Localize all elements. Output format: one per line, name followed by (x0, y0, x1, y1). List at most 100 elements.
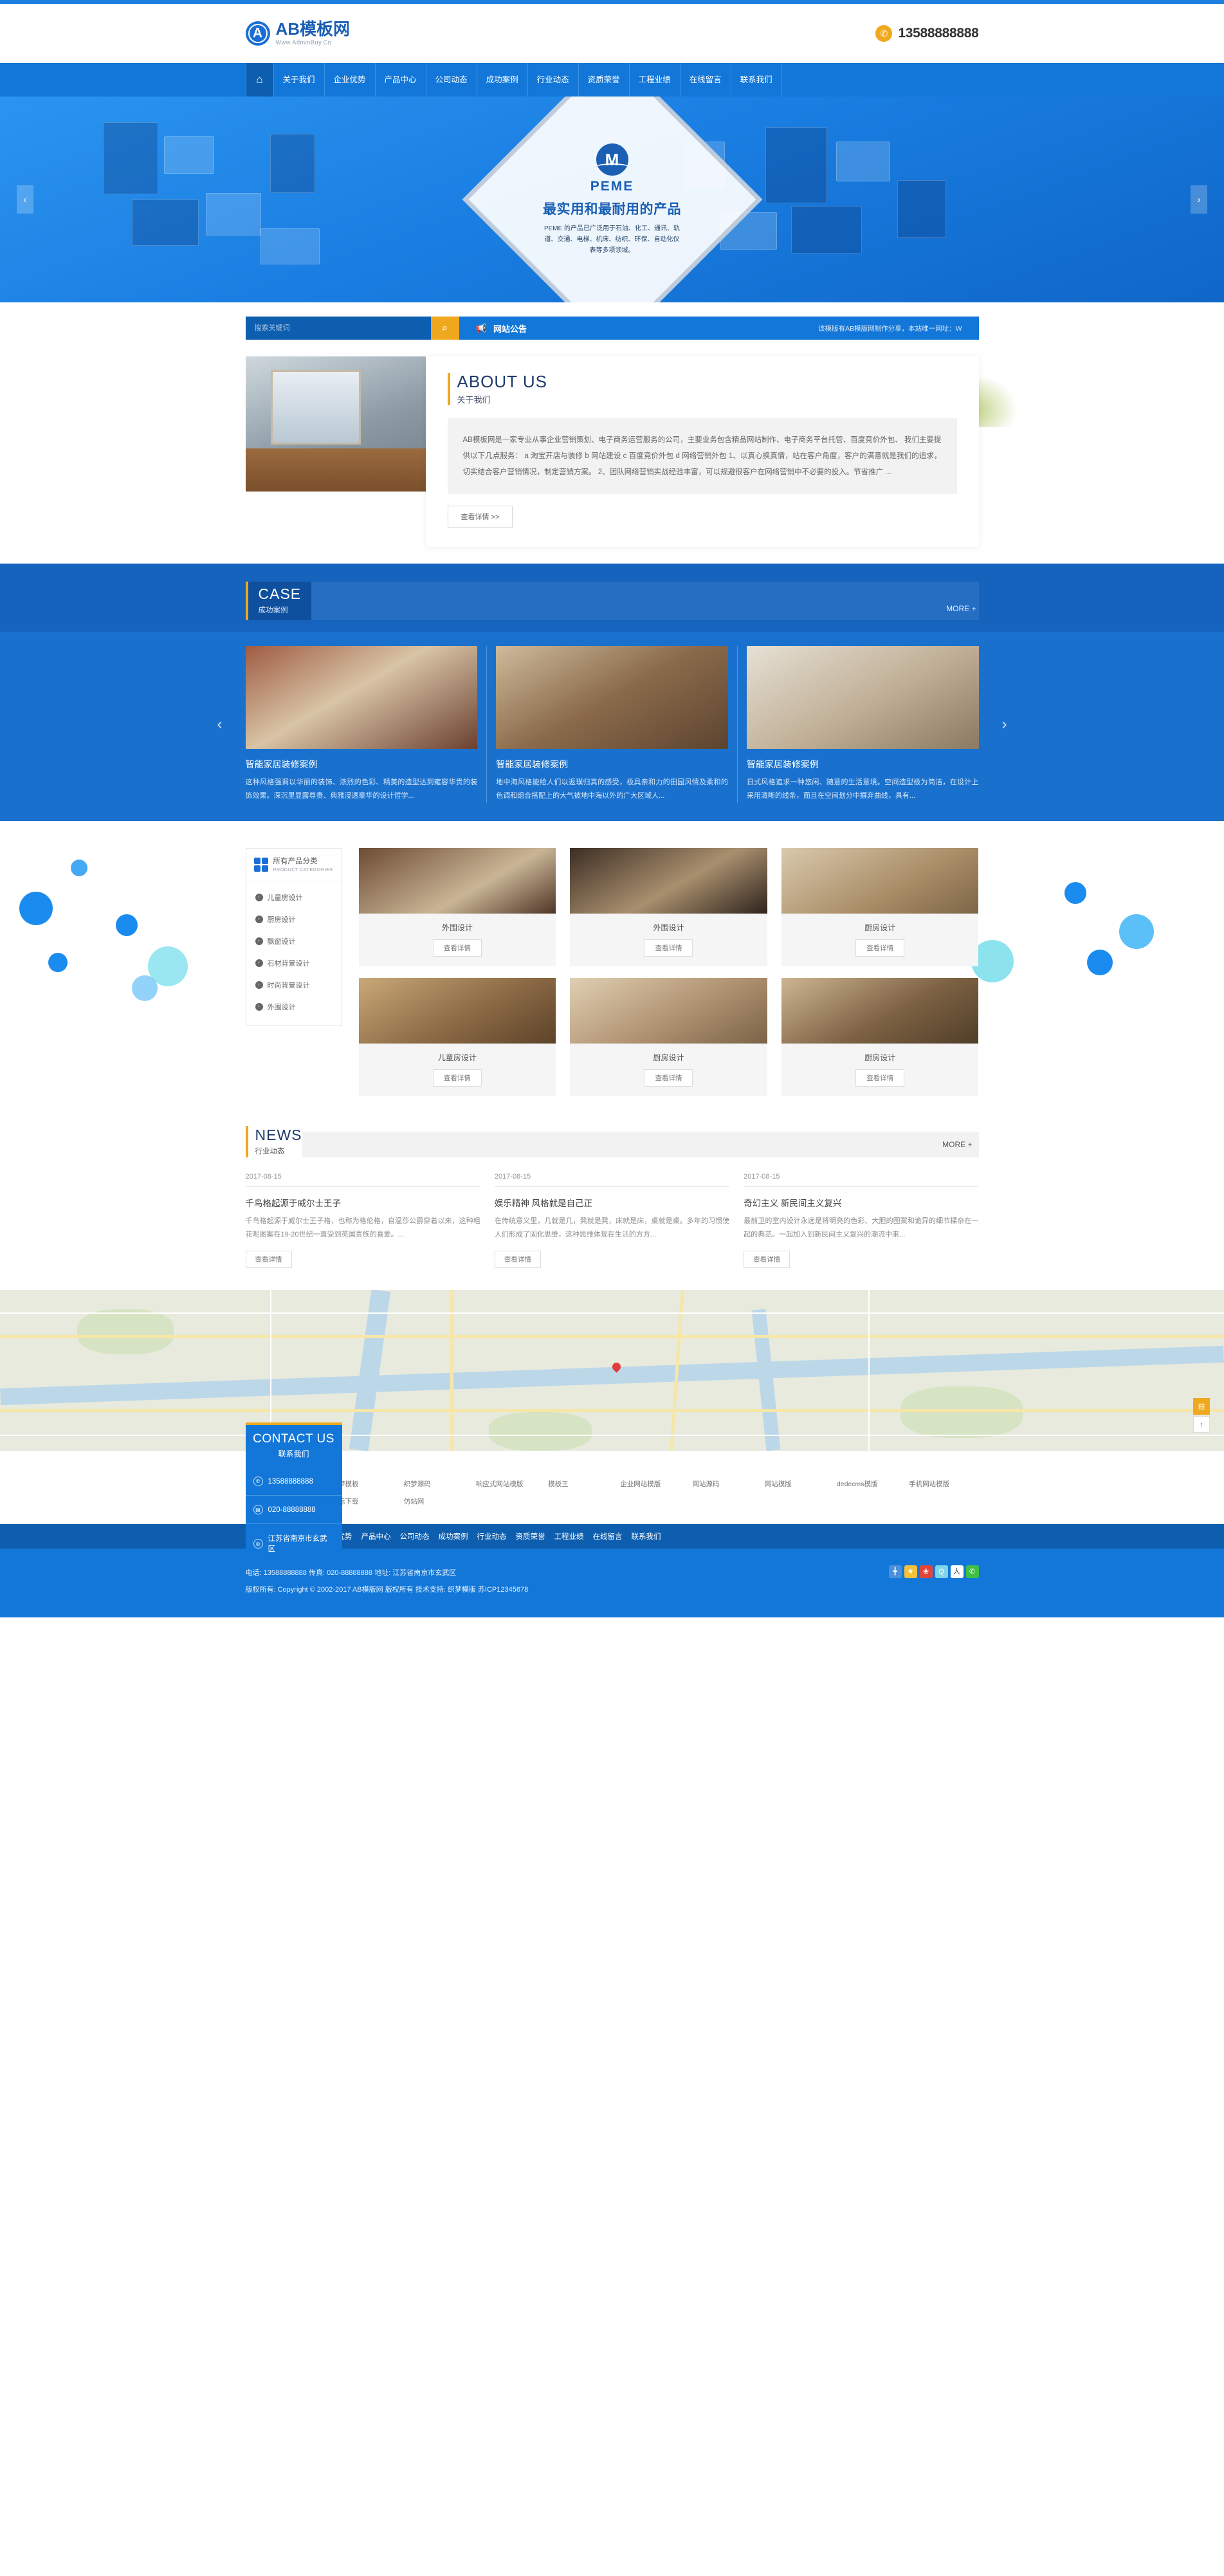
bubble-decoration (71, 860, 87, 877)
case-image (245, 645, 478, 749)
footer-nav-item-7[interactable]: 行业动态 (477, 1531, 507, 1541)
nav-item-10[interactable]: 联系我们 (731, 63, 782, 97)
news-title[interactable]: 千鸟格起源于威尔士王子 (246, 1196, 480, 1209)
site-logo[interactable]: A AB模板网 Www.AdminBuy.Cn (245, 20, 350, 46)
news-more-link[interactable]: MORE + (936, 1131, 979, 1157)
case-card[interactable]: 智能家居装修案例 日式风格追求一种悠闲、随意的生活意境。空间造型极为简洁，在设计上… (746, 645, 979, 804)
announcement-text[interactable]: 该模版有AB模版网制作分享，本站唯一网址：W (818, 324, 962, 333)
product-detail-button[interactable]: 查看详情 (644, 1069, 693, 1087)
product-detail-button[interactable]: 查看详情 (855, 939, 905, 957)
map-controls[interactable]: ▤ ↑ (1193, 1398, 1210, 1434)
qr-icon[interactable]: ▤ (1193, 1398, 1210, 1415)
search-input[interactable] (245, 317, 431, 340)
nav-item-7[interactable]: 资质荣誉 (579, 63, 630, 97)
product-detail-button[interactable]: 查看详情 (432, 1069, 482, 1087)
friendly-link-8[interactable]: dedecms模版 (834, 1475, 906, 1493)
friendly-link-6[interactable]: 网站源码 (690, 1475, 762, 1493)
news-title[interactable]: 奇幻主义 新民间主义复兴 (744, 1196, 978, 1209)
product-title: 厨房设计 (864, 1053, 896, 1063)
news-title-cn: 行业动态 (255, 1147, 285, 1155)
qzone-icon[interactable]: Q (935, 1565, 948, 1579)
case-prev-button[interactable]: ‹ (217, 715, 223, 733)
logo-letter: A (252, 26, 263, 41)
weibo-icon[interactable]: ❀ (919, 1565, 933, 1579)
footer-contact-line: 电话: 13588888888 传真: 020-88888888 地址: 江苏省… (245, 1569, 457, 1578)
nav-item-4[interactable]: 公司动态 (426, 63, 477, 97)
share-icon[interactable]: ╋ (888, 1565, 902, 1579)
logo-subtitle: Www.AdminBuy.Cn (275, 39, 332, 46)
news-title[interactable]: 娱乐精神 风格就是自己正 (495, 1196, 729, 1209)
product-card[interactable]: 厨房设计 查看详情 (781, 978, 979, 1097)
news-section: NEWS 行业动态 MORE + 2017-08-15 千鸟格起源于威尔士王子 千鸟… (0, 1126, 1224, 1290)
nav-item-9[interactable]: 在线留言 (681, 63, 731, 97)
case-card[interactable]: 智能家居装修案例 这种风格强调以华丽的装饰、浓烈的色彩、精美的造型达到雍容华贵的装… (245, 645, 478, 804)
product-detail-button[interactable]: 查看详情 (432, 939, 482, 957)
footer-nav-item-11[interactable]: 联系我们 (632, 1531, 661, 1541)
case-image (746, 645, 979, 749)
social-links[interactable]: ╋ ★ ❀ Q 人 ✆ (888, 1565, 979, 1579)
category-item-6[interactable]: › 外围设计 (246, 996, 342, 1018)
products-section: 所有产品分类 PRODUCT CATEGORIES › 儿童房设计 › 厨房设计 › 飘窗… (0, 821, 1224, 1127)
nav-item-8[interactable]: 工程业绩 (630, 63, 681, 97)
main-navigation[interactable]: ⌂ 关于我们 企业优势 产品中心 公司动态 成功案例 行业动态 资质荣誉 工程业绩 在线留言 联系… (0, 63, 1224, 97)
footer-nav-item-4[interactable]: 产品中心 (361, 1531, 391, 1541)
footer-nav-item-10[interactable]: 在线留言 (593, 1531, 623, 1541)
news-card[interactable]: 2017-08-15 奇幻主义 新民间主义复兴 最前卫的室内设计永远是将明亮的色彩、… (744, 1173, 979, 1269)
news-detail-button[interactable]: 查看详情 (744, 1251, 790, 1269)
contact-fax-row: ▤ 020-88888888 (245, 1495, 342, 1523)
category-item-5[interactable]: › 时尚背景设计 (246, 974, 342, 996)
friendly-link-2[interactable]: 织梦源码 (401, 1475, 473, 1493)
case-card[interactable]: 智能家居装修案例 地中海风格能给人们以返璞归真的感受，极具亲和力的田园风情及柔和的… (496, 645, 728, 804)
banner-next-button[interactable]: › (1191, 185, 1207, 214)
product-card[interactable]: 厨房设计 查看详情 (781, 848, 979, 967)
category-item-1[interactable]: › 儿童房设计 (246, 887, 342, 908)
product-detail-button[interactable]: 查看详情 (644, 939, 693, 957)
news-detail-button[interactable]: 查看详情 (494, 1251, 541, 1269)
nav-item-6[interactable]: 行业动态 (528, 63, 579, 97)
chevron-right-icon: › (255, 1002, 263, 1011)
wechat-icon[interactable]: ✆ (965, 1565, 979, 1579)
footer-nav-item-9[interactable]: 工程业绩 (554, 1531, 584, 1541)
nav-item-5[interactable]: 成功案例 (477, 63, 528, 97)
footer-nav-item-6[interactable]: 成功案例 (439, 1531, 468, 1541)
footer-navigation[interactable]: 网站首页关于我们企业优势产品中心公司动态成功案例行业动态资质荣誉工程业绩在线留言… (0, 1524, 1224, 1549)
product-detail-button[interactable]: 查看详情 (855, 1069, 905, 1087)
case-next-button[interactable]: › (1002, 715, 1007, 733)
friendly-link-5[interactable]: 企业网站模版 (617, 1475, 690, 1493)
arrow-up-icon[interactable]: ↑ (1193, 1416, 1210, 1433)
case-more-link[interactable]: MORE + (944, 604, 978, 620)
product-card[interactable]: 厨房设计 查看详情 (570, 978, 767, 1097)
news-card[interactable]: 2017-08-15 娱乐精神 风格就是自己正 在传统意义里，几就是几，凳就是凳，床… (494, 1173, 730, 1269)
product-card[interactable]: 外围设计 查看详情 (570, 848, 767, 967)
favorite-icon[interactable]: ★ (904, 1565, 917, 1579)
category-item-2[interactable]: › 厨房设计 (246, 908, 342, 930)
nav-item-2[interactable]: 企业优势 (325, 63, 376, 97)
renren-icon[interactable]: 人 (950, 1565, 964, 1579)
friendly-link-3[interactable]: 响应式网站模版 (473, 1475, 545, 1493)
category-item-4[interactable]: › 石材背景设计 (246, 952, 342, 974)
friendly-link-9[interactable]: 手机网站模版 (906, 1475, 978, 1493)
contact-title-cn: 联系我们 (278, 1449, 309, 1459)
nav-item-1[interactable]: 关于我们 (274, 63, 325, 97)
location-map[interactable]: ▤ ↑ (0, 1290, 1224, 1451)
nav-home-icon[interactable]: ⌂ (245, 63, 274, 97)
footer-nav-item-5[interactable]: 公司动态 (400, 1531, 430, 1541)
footer-nav-item-8[interactable]: 资质荣誉 (516, 1531, 545, 1541)
friendly-link-7[interactable]: 网站模版 (762, 1475, 834, 1493)
banner-description: PEME 的产品已广泛用于石油、化工、通讯、轨道、交通、电梯、机床、纺织、环保、… (543, 225, 681, 254)
category-item-3[interactable]: › 飘窗设计 (246, 930, 342, 952)
news-card[interactable]: 2017-08-15 千鸟格起源于威尔士王子 千鸟格起源于威尔士王子格，也称为格伦格… (245, 1173, 480, 1269)
product-card[interactable]: 儿童房设计 查看详情 (358, 978, 556, 1097)
announcement-bar: 📢 网站公告 该模版有AB模版网制作分享，本站唯一网址：W (459, 317, 979, 340)
about-title-cn: 关于我们 (457, 395, 491, 405)
search-field[interactable] (245, 317, 431, 340)
news-detail-button[interactable]: 查看详情 (245, 1251, 292, 1269)
product-card[interactable]: 外围设计 查看详情 (358, 848, 556, 967)
about-more-button[interactable]: 查看详情 >> (447, 506, 513, 528)
banner-prev-button[interactable]: ‹ (17, 185, 33, 214)
friendly-link-11[interactable]: 仿站网 (401, 1493, 473, 1510)
search-button[interactable]: ⌕ (430, 317, 459, 340)
case-description: 这种风格强调以华丽的装饰、浓烈的色彩、精美的造型达到雍容华贵的装饰效果。深沉里显… (245, 778, 478, 800)
nav-item-3[interactable]: 产品中心 (376, 63, 426, 97)
friendly-link-4[interactable]: 模板王 (545, 1475, 617, 1493)
